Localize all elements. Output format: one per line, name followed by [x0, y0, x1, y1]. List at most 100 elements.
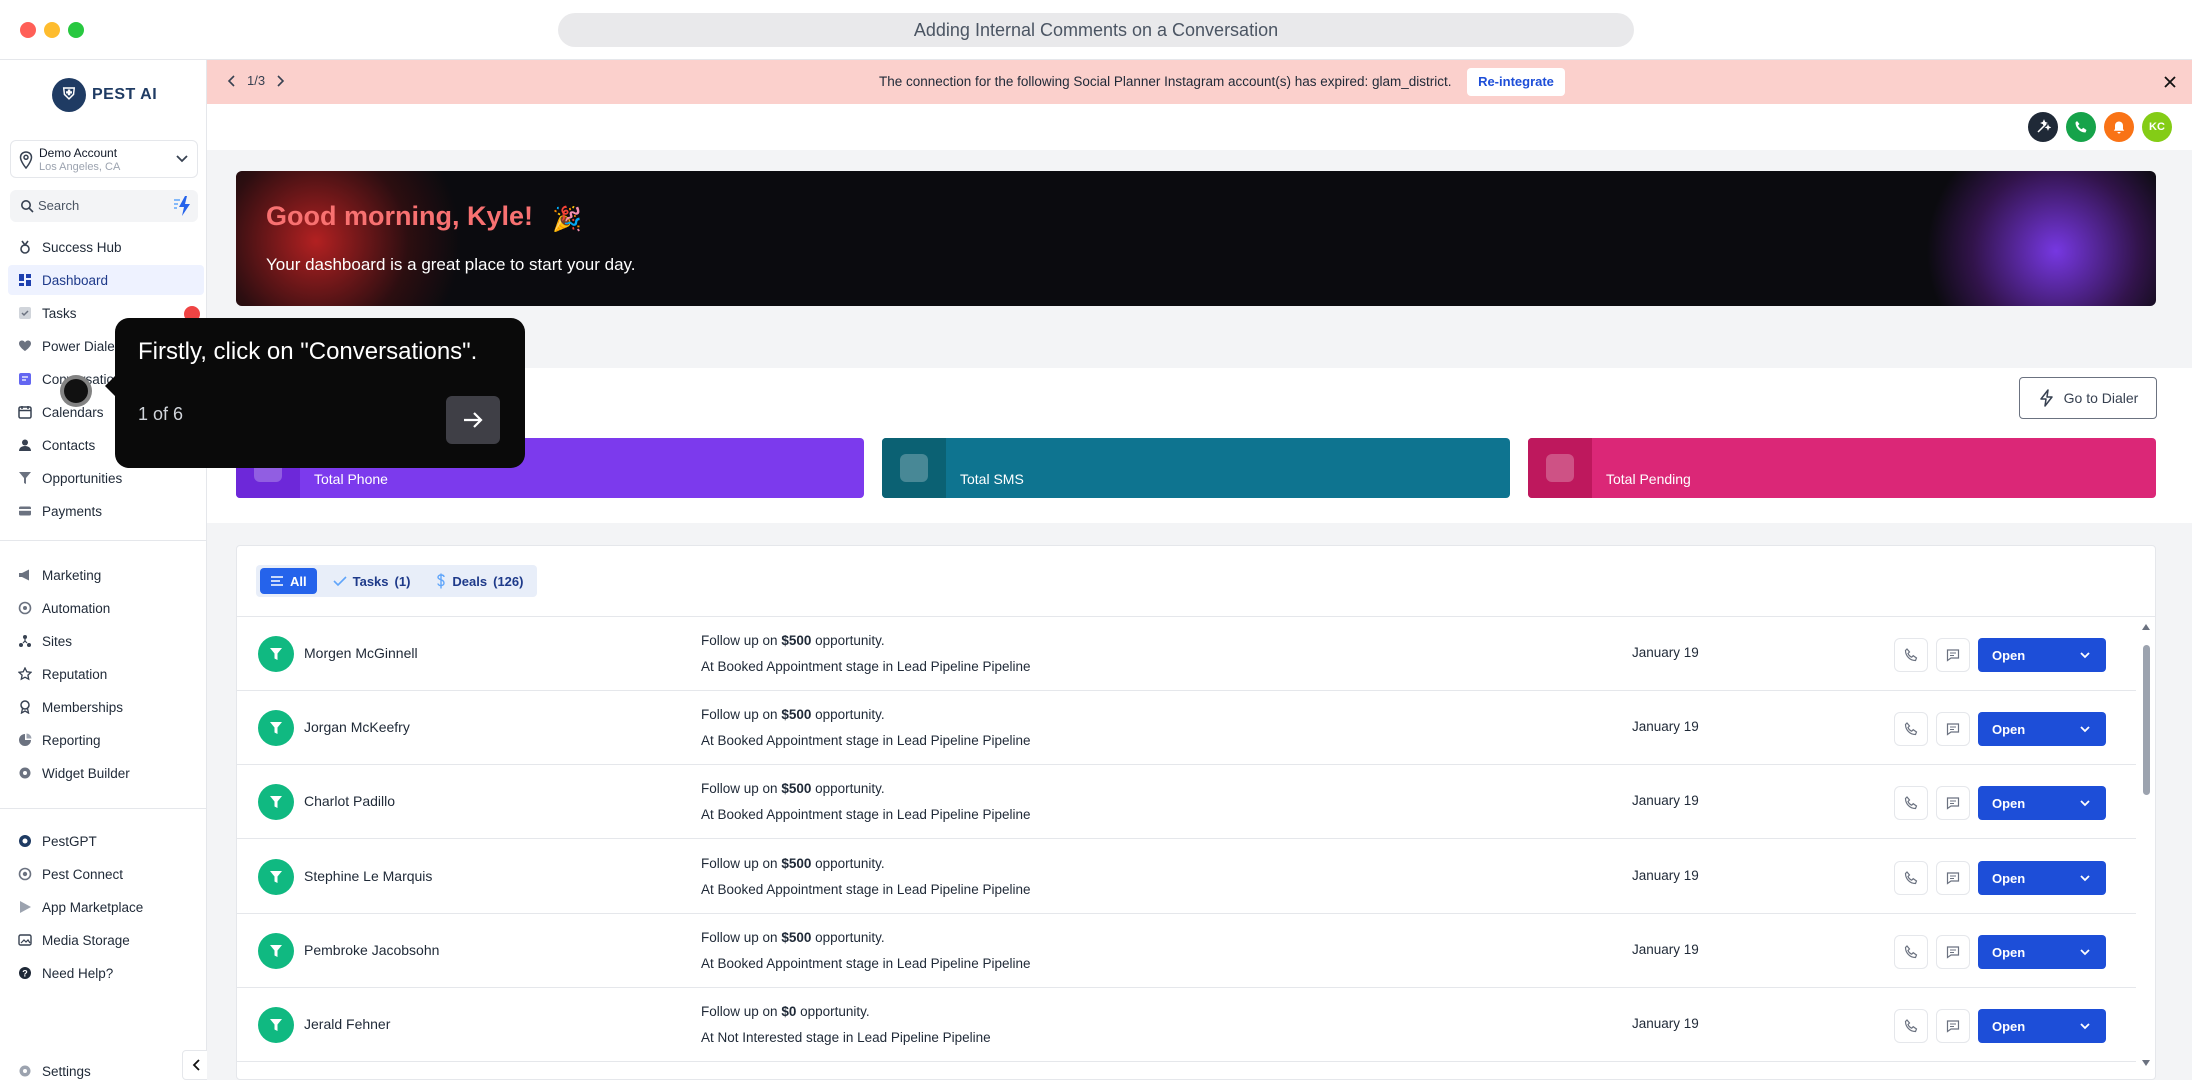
chevron-down-icon[interactable]: [2078, 722, 2092, 736]
table-row[interactable]: Charlot Padillo Follow up on $500 opportu…: [236, 765, 2136, 839]
message-button[interactable]: [1936, 861, 1970, 895]
location-pin-icon: [19, 151, 33, 169]
sidebar-item-marketing[interactable]: Marketing: [8, 560, 204, 590]
contact-name[interactable]: Charlot Padillo: [304, 793, 395, 809]
scroll-up-arrow-icon[interactable]: [2140, 622, 2152, 632]
filter-deals-tab[interactable]: Deals (126): [426, 568, 533, 594]
contact-name[interactable]: Jorgan McKeefry: [304, 719, 410, 735]
minimize-window-button[interactable]: [44, 22, 60, 38]
close-window-button[interactable]: [20, 22, 36, 38]
maximize-window-button[interactable]: [68, 22, 84, 38]
contact-name[interactable]: Stephine Le Marquis: [304, 868, 432, 884]
call-button[interactable]: [1894, 786, 1928, 820]
sidebar-item-settings[interactable]: Settings: [8, 1056, 204, 1086]
sidebar-item-pest-connect[interactable]: Pest Connect: [8, 859, 204, 889]
open-button[interactable]: Open: [1978, 861, 2106, 895]
phone-button[interactable]: [2066, 112, 2096, 142]
call-button[interactable]: [1894, 861, 1928, 895]
window-title: Adding Internal Comments on a Conversati…: [558, 13, 1634, 47]
open-label: Open: [1992, 722, 2026, 737]
scroll-down-arrow-icon[interactable]: [2140, 1058, 2152, 1068]
chat-icon: [1946, 649, 1960, 662]
sidebar: ⛨ PEST AI Demo Account Los Angeles, CA S…: [0, 60, 212, 1080]
chevron-down-icon[interactable]: [2078, 796, 2092, 810]
star-icon: [18, 667, 32, 681]
call-button[interactable]: [1894, 1009, 1928, 1043]
sidebar-item-payments[interactable]: Payments: [8, 496, 204, 526]
go-to-dialer-button[interactable]: Go to Dialer: [2019, 377, 2157, 419]
open-button[interactable]: Open: [1978, 935, 2106, 969]
sidebar-item-reporting[interactable]: Reporting: [8, 725, 204, 755]
call-button[interactable]: [1894, 935, 1928, 969]
sidebar-item-pestgpt[interactable]: PestGPT: [8, 826, 204, 856]
list-scrollbar-thumb[interactable]: [2143, 645, 2150, 795]
message-button[interactable]: [1936, 786, 1970, 820]
open-button[interactable]: Open: [1978, 712, 2106, 746]
call-button[interactable]: [1894, 638, 1928, 672]
sidebar-item-app-marketplace[interactable]: App Marketplace: [8, 892, 204, 922]
message-button[interactable]: [1936, 712, 1970, 746]
open-label: Open: [1992, 796, 2026, 811]
deal-amount: $500: [781, 781, 812, 796]
user-avatar[interactable]: KC: [2142, 112, 2172, 142]
chevron-right-icon[interactable]: [275, 74, 285, 87]
open-button[interactable]: Open: [1978, 786, 2106, 820]
contact-name[interactable]: Morgen McGinnell: [304, 645, 418, 661]
deal-prefix: Follow up on: [701, 930, 778, 945]
chevron-down-icon[interactable]: [2078, 648, 2092, 662]
filter-tasks-tab[interactable]: Tasks (1): [323, 568, 421, 594]
phone-icon: [1904, 945, 1918, 959]
call-button[interactable]: [1894, 712, 1928, 746]
sidebar-item-sites[interactable]: Sites: [8, 626, 204, 656]
deal-prefix: Follow up on: [701, 707, 778, 722]
chevron-down-icon[interactable]: [2078, 945, 2092, 959]
open-button[interactable]: Open: [1978, 1009, 2106, 1043]
deal-prefix: Follow up on: [701, 1004, 778, 1019]
sidebar-item-media-storage[interactable]: Media Storage: [8, 925, 204, 955]
chat-icon: [1946, 1020, 1960, 1033]
chevron-down-icon: [176, 155, 188, 163]
quick-action-bolt-icon[interactable]: [170, 194, 194, 218]
sidebar-item-reputation[interactable]: Reputation: [8, 659, 204, 689]
deal-stage: At Not Interested stage in Lead Pipeline…: [701, 1030, 991, 1045]
logo[interactable]: ⛨ PEST AI: [52, 78, 157, 112]
table-row[interactable]: Jerald Fehner Follow up on $0 opportunity…: [236, 988, 2136, 1062]
message-button[interactable]: [1936, 638, 1970, 672]
deal-suffix: opportunity.: [815, 781, 885, 796]
contact-name[interactable]: Pembroke Jacobsohn: [304, 942, 439, 958]
table-row[interactable]: Jorgan McKeefry Follow up on $500 opportu…: [236, 691, 2136, 765]
chevron-down-icon[interactable]: [2078, 1019, 2092, 1033]
close-icon[interactable]: [2162, 74, 2178, 90]
message-button[interactable]: [1936, 935, 1970, 969]
sidebar-item-automation[interactable]: Automation: [8, 593, 204, 623]
open-label: Open: [1992, 648, 2026, 663]
app-window: Adding Internal Comments on a Conversati…: [0, 0, 2192, 1080]
card-icon: [18, 504, 32, 518]
sidebar-item-label: App Marketplace: [42, 899, 144, 915]
table-row[interactable]: Pembroke Jacobsohn Follow up on $500 oppo…: [236, 914, 2136, 988]
sidebar-item-widget-builder[interactable]: Widget Builder: [8, 758, 204, 788]
chevron-down-icon[interactable]: [2078, 871, 2092, 885]
tooltip-next-button[interactable]: [446, 396, 500, 444]
chevron-left-icon[interactable]: [227, 74, 237, 87]
lightning-icon: [2039, 389, 2053, 407]
deal-stage: At Booked Appointment stage in Lead Pipe…: [701, 659, 1031, 674]
message-button[interactable]: [1936, 1009, 1970, 1043]
phone-icon: [1904, 648, 1918, 662]
sidebar-item-success-hub[interactable]: Success Hub: [8, 232, 204, 262]
re-integrate-button[interactable]: Re-integrate: [1467, 68, 1565, 96]
sidebar-item-need-help[interactable]: ? Need Help?: [8, 958, 204, 988]
notifications-button[interactable]: [2104, 112, 2134, 142]
contact-name[interactable]: Jerald Fehner: [304, 1016, 390, 1032]
filter-all-tab[interactable]: All: [260, 568, 317, 594]
open-button[interactable]: Open: [1978, 638, 2106, 672]
search-input[interactable]: Search: [10, 190, 198, 222]
quick-actions-button[interactable]: [2028, 112, 2058, 142]
dashboard-icon: [18, 273, 32, 287]
deal-date: January 19: [1632, 719, 1699, 734]
sidebar-item-dashboard[interactable]: Dashboard: [8, 265, 204, 295]
table-row[interactable]: Morgen McGinnell Follow up on $500 opport…: [236, 617, 2136, 691]
account-switcher[interactable]: Demo Account Los Angeles, CA: [10, 140, 198, 178]
sidebar-item-memberships[interactable]: Memberships: [8, 692, 204, 722]
table-row[interactable]: Stephine Le Marquis Follow up on $500 opp…: [236, 840, 2136, 914]
